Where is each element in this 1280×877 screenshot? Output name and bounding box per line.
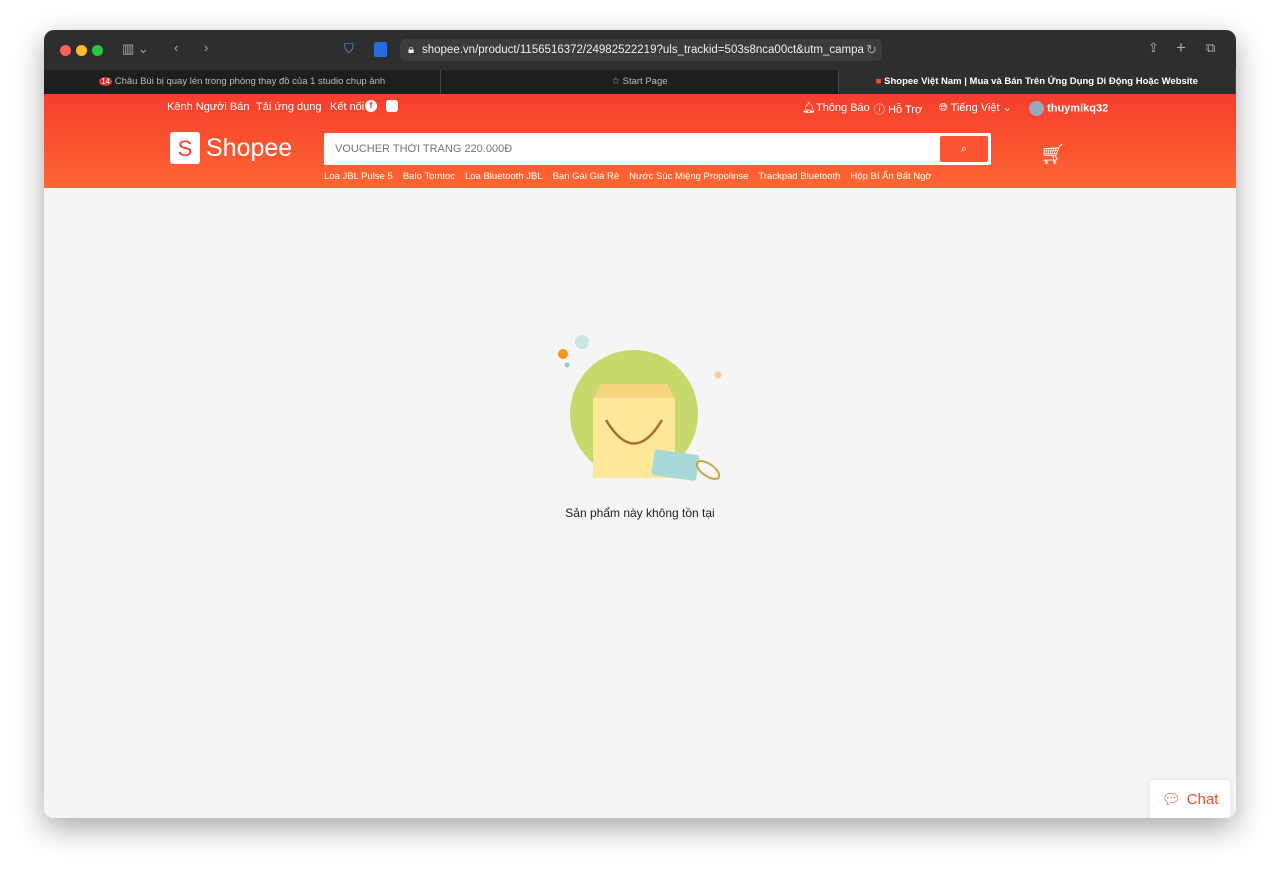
tab-overview-icon[interactable]: ⧉ bbox=[1206, 40, 1215, 56]
suggestion-link[interactable]: Nước Súc Miệng Propolinse bbox=[629, 171, 748, 182]
logo-text: Shopee bbox=[206, 133, 293, 162]
share-icon[interactable]: ⇪ bbox=[1148, 40, 1159, 56]
forward-icon[interactable]: › bbox=[204, 40, 208, 55]
shield-icon[interactable]: ⛉ bbox=[344, 41, 354, 57]
reload-icon[interactable]: ↻ bbox=[866, 42, 877, 58]
suggestion-link[interactable]: Bạn Gái Giá Rẻ bbox=[553, 171, 620, 182]
sidebar-icon[interactable]: ▥ ⌄ bbox=[122, 41, 149, 57]
search-bar: ⌕ bbox=[324, 133, 991, 165]
search-icon: ⌕ bbox=[960, 143, 968, 155]
browser-window: ▥ ⌄ ‹ › ⛉ 🔒︎ shopee.vn/product/1156516372… bbox=[44, 30, 1236, 818]
shopee-header: Kênh Người Bán Tải ứng dụng Kết nối f 🔔︎… bbox=[44, 94, 1236, 188]
lock-icon: 🔒︎ bbox=[408, 44, 415, 56]
username: thuymikq32 bbox=[1047, 102, 1109, 115]
empty-product-illustration bbox=[558, 335, 722, 481]
search-suggestions: Loa JBL Pulse 5 Balo Tomtoc Loa Bluetoot… bbox=[324, 171, 932, 182]
bell-icon: 🔔︎ bbox=[802, 102, 816, 114]
suggestion-link[interactable]: Hộp Bí Ẩn Bất Ngờ bbox=[850, 171, 931, 182]
shopee-favicon-icon: ■ bbox=[875, 76, 882, 87]
close-button[interactable] bbox=[60, 45, 71, 56]
search-button[interactable]: ⌕ bbox=[940, 136, 988, 162]
connect-label: Kết nối bbox=[330, 101, 365, 113]
chat-label: Chat bbox=[1186, 790, 1219, 808]
help-icon: ⓘ bbox=[874, 104, 889, 116]
url-text: shopee.vn/product/1156516372/24982522219… bbox=[422, 44, 864, 56]
avatar bbox=[1029, 101, 1044, 116]
shopee-logo[interactable]: S Shopee bbox=[170, 132, 292, 164]
chat-bubbles-icon: 💬︎ bbox=[1161, 791, 1181, 808]
tab-favicon: 14 bbox=[99, 77, 113, 86]
help-label: Hỗ Trợ bbox=[888, 104, 923, 116]
suggestion-link[interactable]: Loa Bluetooth JBL bbox=[465, 171, 543, 182]
help-link[interactable]: ⓘ Hỗ Trợ bbox=[874, 101, 922, 117]
shopee-bag-icon: S bbox=[170, 132, 200, 164]
bitwarden-icon[interactable] bbox=[374, 42, 387, 57]
user-menu[interactable]: thuymikq32 bbox=[1029, 101, 1108, 116]
suggestion-link[interactable]: Trackpad Bluetooth bbox=[758, 171, 840, 182]
tab-chau-bui[interactable]: 14 Châu Bùi bị quay lén trong phòng thay… bbox=[44, 70, 442, 94]
tab-label: Châu Bùi bị quay lén trong phòng thay đồ… bbox=[114, 76, 386, 87]
tab-label: Shopee Việt Nam | Mua và Bán Trên Ứng Dụ… bbox=[884, 76, 1198, 87]
minimize-button[interactable] bbox=[76, 45, 87, 56]
back-icon[interactable]: ‹ bbox=[174, 40, 178, 55]
language-label: Tiếng Việt bbox=[950, 102, 1000, 114]
address-bar[interactable]: 🔒︎ shopee.vn/product/1156516372/249825222… bbox=[400, 39, 882, 61]
language-select[interactable]: 🌐︎ Tiếng Việt ⌄ bbox=[939, 101, 1012, 115]
facebook-icon[interactable]: f bbox=[365, 100, 377, 112]
tab-start-page[interactable]: ☆ Start Page bbox=[441, 70, 839, 94]
suggestion-link[interactable]: Balo Tomtoc bbox=[403, 171, 455, 182]
new-tab-icon[interactable]: + bbox=[1176, 38, 1186, 58]
tab-shopee[interactable]: ■ Shopee Việt Nam | Mua và Bán Trên Ứng … bbox=[838, 70, 1236, 94]
zoom-button[interactable] bbox=[92, 45, 103, 56]
tab-label: Start Page bbox=[622, 76, 668, 87]
title-bar: ▥ ⌄ ‹ › ⛉ 🔒︎ shopee.vn/product/1156516372… bbox=[44, 30, 1236, 70]
star-icon: ☆ bbox=[611, 76, 620, 87]
cart-icon[interactable]: 🛒︎ bbox=[1040, 142, 1065, 167]
search-input[interactable] bbox=[327, 136, 927, 162]
instagram-icon[interactable] bbox=[386, 100, 398, 112]
tab-bar: 14 Châu Bùi bị quay lén trong phòng thay… bbox=[44, 70, 1236, 94]
globe-icon: 🌐︎ bbox=[939, 102, 951, 114]
notifications-link[interactable]: 🔔︎Thông Báo bbox=[802, 101, 870, 114]
notifications-label: Thông Báo bbox=[815, 102, 870, 114]
chat-button[interactable]: 💬︎ Chat bbox=[1150, 780, 1230, 818]
download-app-link[interactable]: Tải ứng dụng bbox=[256, 101, 321, 113]
suggestion-link[interactable]: Loa JBL Pulse 5 bbox=[324, 171, 393, 182]
seller-channel-link[interactable]: Kênh Người Bán bbox=[167, 101, 249, 113]
product-not-found-message: Sản phẩm này không tồn tại bbox=[565, 506, 715, 520]
